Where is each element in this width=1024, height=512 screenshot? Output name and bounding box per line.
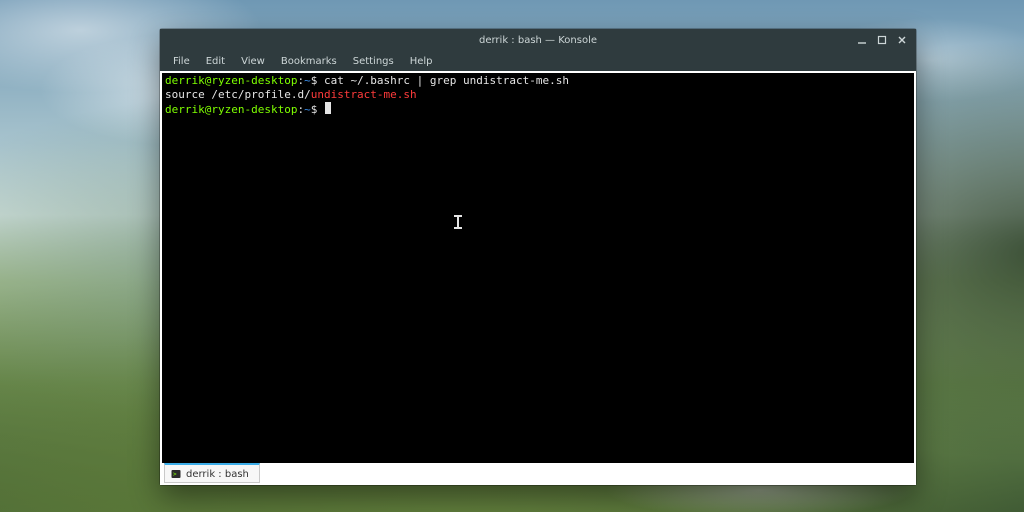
minimize-button[interactable]	[856, 34, 868, 46]
command-text: cat ~/.bashrc | grep undistract-me.sh	[324, 74, 569, 87]
text-cursor-icon	[454, 215, 462, 229]
terminal-frame: derrik@ryzen-desktop:~$ cat ~/.bashrc | …	[160, 71, 916, 485]
menu-view[interactable]: View	[234, 54, 272, 69]
terminal-cursor	[325, 102, 331, 114]
tab-bar: > derrik : bash	[162, 463, 914, 485]
terminal-icon: >	[171, 469, 181, 479]
prompt-path: ~	[304, 74, 311, 87]
menu-bar: File Edit View Bookmarks Settings Help	[160, 51, 916, 71]
output-line-match: undistract-me.sh	[311, 88, 417, 101]
menu-file[interactable]: File	[166, 54, 197, 69]
menu-help[interactable]: Help	[403, 54, 440, 69]
menu-bookmarks[interactable]: Bookmarks	[274, 54, 344, 69]
maximize-icon	[877, 35, 887, 45]
menu-edit[interactable]: Edit	[199, 54, 232, 69]
tab-active[interactable]: > derrik : bash	[164, 463, 260, 483]
svg-text:>: >	[173, 471, 177, 478]
terminal-viewport[interactable]: derrik@ryzen-desktop:~$ cat ~/.bashrc | …	[162, 73, 914, 463]
prompt-path: ~	[304, 103, 311, 116]
close-button[interactable]	[896, 34, 908, 46]
close-icon	[897, 35, 907, 45]
menu-settings[interactable]: Settings	[346, 54, 401, 69]
window-title: derrik : bash — Konsole	[160, 35, 916, 46]
window-titlebar[interactable]: derrik : bash — Konsole	[160, 29, 916, 51]
tab-label: derrik : bash	[186, 469, 249, 480]
minimize-icon	[857, 35, 867, 45]
window-controls	[856, 34, 916, 46]
konsole-window: derrik : bash — Konsole File Edit View	[160, 29, 916, 485]
prompt-sigil: $	[311, 74, 318, 87]
output-line-prefix: source /etc/profile.d/	[165, 88, 311, 101]
maximize-button[interactable]	[876, 34, 888, 46]
prompt-user-host: derrik@ryzen-desktop	[165, 103, 297, 116]
prompt-user-host: derrik@ryzen-desktop	[165, 74, 297, 87]
prompt-sigil: $	[311, 103, 318, 116]
